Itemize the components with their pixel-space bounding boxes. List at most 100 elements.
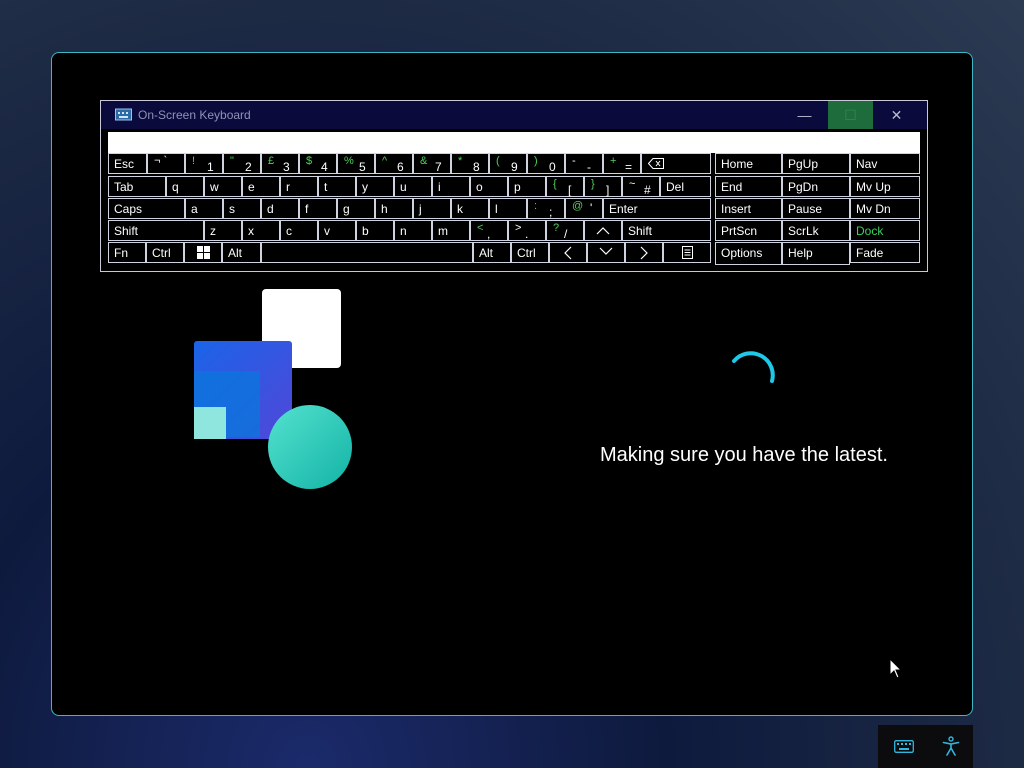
key-u[interactable]: u	[394, 176, 432, 197]
key-pgdn[interactable]: PgDn	[782, 176, 850, 197]
key-o[interactable]: o	[470, 176, 508, 197]
key-v[interactable]: v	[318, 220, 356, 241]
key-label: u	[400, 180, 407, 194]
key-end[interactable]: End	[715, 176, 782, 197]
key-right-bracket[interactable]: }]	[584, 176, 622, 197]
key-z[interactable]: z	[204, 220, 242, 241]
key-fade[interactable]: Fade	[850, 242, 920, 263]
keyboard-app-icon	[115, 108, 132, 121]
key-semicolon[interactable]: :;	[527, 198, 565, 219]
key-1[interactable]: ! 1	[185, 153, 223, 174]
key-6[interactable]: ^ 6	[375, 153, 413, 174]
key-home[interactable]: Home	[715, 153, 782, 174]
key-caps[interactable]: Caps	[108, 198, 185, 219]
key-k[interactable]: k	[451, 198, 489, 219]
key-c[interactable]: c	[280, 220, 318, 241]
key-4[interactable]: $4	[299, 153, 337, 174]
key-label: w	[210, 180, 219, 194]
key-prtscn[interactable]: PrtScn	[715, 220, 782, 241]
key-a[interactable]: a	[185, 198, 223, 219]
maximize-button[interactable]: ☐	[828, 101, 873, 129]
key-x[interactable]: x	[242, 220, 280, 241]
key-3[interactable]: £3	[261, 153, 299, 174]
key-0[interactable]: ) 0	[527, 153, 565, 174]
key-insert[interactable]: Insert	[715, 198, 782, 219]
key-nav[interactable]: Nav	[850, 153, 920, 174]
key-5[interactable]: % 5	[337, 153, 375, 174]
key-8[interactable]: * 8	[451, 153, 489, 174]
close-button[interactable]: ✕	[874, 101, 919, 129]
key-arrow-down[interactable]	[587, 242, 625, 263]
key-del[interactable]: Del	[660, 176, 711, 197]
key-ctrl-right[interactable]: Ctrl	[511, 242, 549, 263]
key-e[interactable]: e	[242, 176, 280, 197]
key-dock[interactable]: Dock	[850, 220, 920, 241]
key-t[interactable]: t	[318, 176, 356, 197]
key-windows[interactable]	[184, 242, 222, 263]
key-shift-label: ?	[553, 222, 560, 234]
key-hash[interactable]: ~ #	[622, 176, 660, 197]
key-7[interactable]: & 7	[413, 153, 451, 174]
osk-title-bar[interactable]: On-Screen Keyboard — ☐ ✕	[101, 101, 927, 129]
key-label: PgUp	[788, 157, 819, 171]
key-enter[interactable]: Enter	[603, 198, 711, 219]
key-shift-label: )	[534, 155, 538, 167]
key-ctrl-left[interactable]: Ctrl	[146, 242, 184, 263]
key-esc[interactable]: Esc	[108, 153, 147, 174]
accessibility-icon[interactable]	[940, 735, 962, 757]
key-arrow-right[interactable]	[625, 242, 663, 263]
key-b[interactable]: b	[356, 220, 394, 241]
key-menu[interactable]	[663, 242, 711, 263]
key-9[interactable]: (9	[489, 153, 527, 174]
minimize-button[interactable]: —	[782, 101, 827, 129]
key-mv-dn[interactable]: Mv Dn	[850, 198, 920, 219]
key-left-bracket[interactable]: {[	[546, 176, 584, 197]
key-w[interactable]: w	[204, 176, 242, 197]
keyboard-icon[interactable]	[893, 735, 915, 757]
key-scrlk[interactable]: ScrLk	[782, 220, 850, 241]
key-m[interactable]: m	[432, 220, 470, 241]
key-r[interactable]: r	[280, 176, 318, 197]
key-period[interactable]: >.	[508, 220, 546, 241]
key-g[interactable]: g	[337, 198, 375, 219]
key-backtick[interactable]: ¬ `	[147, 153, 185, 174]
key-p[interactable]: p	[508, 176, 546, 197]
key-options[interactable]: Options	[715, 242, 782, 265]
key-help[interactable]: Help	[782, 242, 850, 265]
key-shift-left[interactable]: Shift	[108, 220, 204, 241]
key-backspace[interactable]	[641, 153, 711, 174]
key-arrow-up[interactable]	[584, 220, 622, 241]
key-slash[interactable]: ? /	[546, 220, 584, 241]
key-s[interactable]: s	[223, 198, 261, 219]
key-2[interactable]: " 2	[223, 153, 261, 174]
key-mv-up[interactable]: Mv Up	[850, 176, 920, 197]
key-alt-right[interactable]: Alt	[473, 242, 511, 263]
key-f[interactable]: f	[299, 198, 337, 219]
key-quote[interactable]: @ '	[565, 198, 603, 219]
key-pause[interactable]: Pause	[782, 198, 850, 219]
key-shift-label: +	[610, 155, 617, 167]
key-pgup[interactable]: PgUp	[782, 153, 850, 174]
key-label: [	[568, 183, 572, 197]
key-h[interactable]: h	[375, 198, 413, 219]
key-n[interactable]: n	[394, 220, 432, 241]
key-space[interactable]	[261, 242, 473, 263]
key-y[interactable]: y	[356, 176, 394, 197]
key-fn[interactable]: Fn	[108, 242, 146, 263]
key-equals[interactable]: + =	[603, 153, 641, 174]
key-minus[interactable]: --	[565, 153, 603, 174]
key-arrow-left[interactable]	[549, 242, 587, 263]
key-j[interactable]: j	[413, 198, 451, 219]
key-alt-left[interactable]: Alt	[222, 242, 261, 263]
osk-text-field[interactable]	[108, 132, 920, 153]
key-comma[interactable]: <,	[470, 220, 508, 241]
key-d[interactable]: d	[261, 198, 299, 219]
key-i[interactable]: i	[432, 176, 470, 197]
key-label: #	[644, 183, 651, 197]
key-l[interactable]: l	[489, 198, 527, 219]
key-shift-label: (	[496, 155, 500, 167]
key-shift-right[interactable]: Shift	[622, 220, 711, 241]
key-tab[interactable]: Tab	[108, 176, 166, 197]
key-shift-label: £	[268, 155, 275, 167]
key-q[interactable]: q	[166, 176, 204, 197]
